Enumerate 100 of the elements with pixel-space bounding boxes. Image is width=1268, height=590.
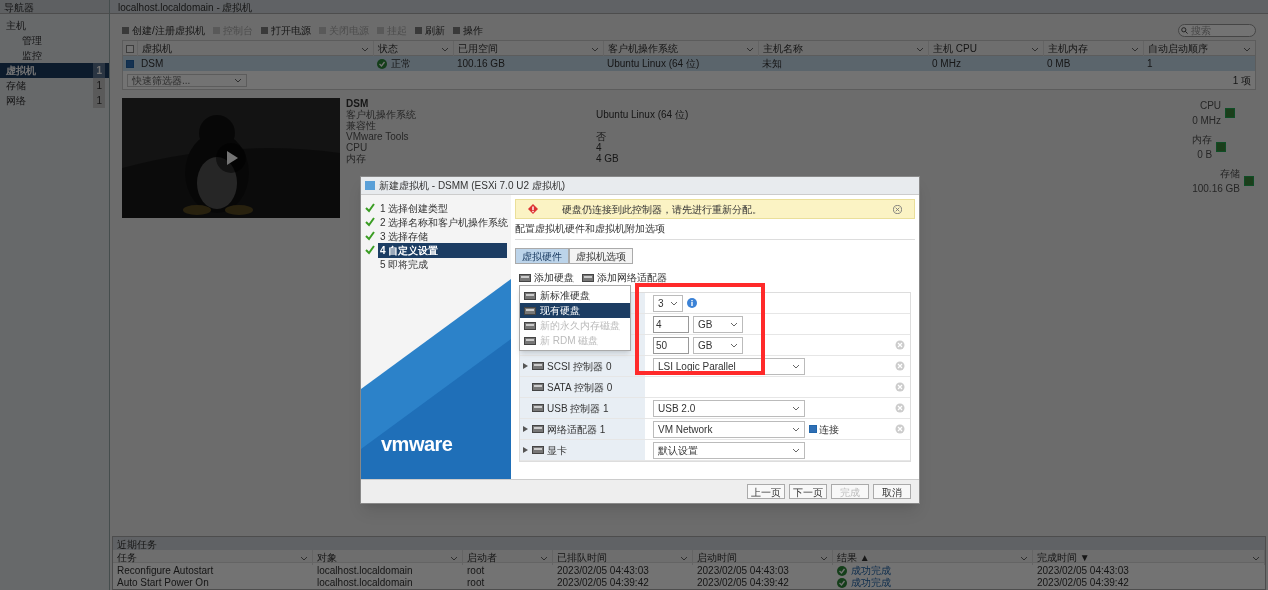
- dropdown[interactable]: 默认设置: [653, 441, 805, 459]
- property-label: 客户机操作系统: [346, 109, 417, 120]
- device-icon: [582, 272, 594, 283]
- table-cell-text: 2023/02/05 04:43:03: [1037, 564, 1129, 578]
- nav-item[interactable]: 管理: [0, 33, 109, 48]
- info-icon[interactable]: [687, 298, 697, 308]
- property-label: 内存: [346, 153, 367, 164]
- nav-item[interactable]: 主机: [0, 18, 109, 33]
- table-cell-text: DSM: [141, 57, 164, 71]
- column-header[interactable]: 结果 ▲: [833, 550, 1033, 565]
- caret-icon: [730, 320, 738, 328]
- menu-item[interactable]: 现有硬盘: [520, 303, 630, 318]
- dialog-button[interactable]: 上一页: [747, 484, 785, 499]
- device-icon: [519, 272, 531, 283]
- table-cell-text: 2023/02/05 04:39:42: [1037, 576, 1129, 590]
- caret-icon: [730, 341, 738, 349]
- expand-icon[interactable]: [523, 363, 528, 369]
- expand-icon[interactable]: [523, 447, 528, 453]
- tasks-title: 近期任务: [113, 537, 1265, 550]
- search-icon: [1181, 26, 1188, 34]
- dropdown[interactable]: GB: [693, 336, 743, 354]
- remove-icon[interactable]: [895, 361, 905, 371]
- nav-item[interactable]: 监控: [0, 48, 109, 63]
- hardware-label: 网络适配器 1: [547, 422, 606, 437]
- close-icon[interactable]: [893, 204, 902, 214]
- caret-icon: [670, 299, 678, 307]
- table-cell-text: localhost.localdomain: [317, 576, 413, 590]
- vm-name: DSM: [346, 98, 370, 109]
- device-icon: [532, 382, 544, 392]
- wizard-step[interactable]: 5 即将完成: [361, 257, 511, 271]
- connect-checkbox[interactable]: [809, 425, 817, 433]
- table-cell-text: localhost.localdomain: [317, 564, 413, 578]
- nav-item[interactable]: 虚拟机 1: [0, 63, 109, 78]
- dialog-button[interactable]: 下一页: [789, 484, 827, 499]
- caret-icon: [792, 404, 800, 412]
- error-icon: [528, 204, 538, 214]
- dialog-title: 新建虚拟机 - DSMM (ESXi 7.0 U2 虚拟机): [379, 179, 566, 193]
- dropdown[interactable]: 3: [653, 294, 683, 312]
- add-device-button[interactable]: 添加网络适配器: [582, 270, 667, 285]
- wizard-step[interactable]: 2 选择名称和客户机操作系统: [361, 215, 511, 229]
- property-label: VMware Tools: [346, 131, 410, 142]
- dropdown[interactable]: USB 2.0: [653, 399, 805, 417]
- column-header[interactable]: 启动者: [463, 550, 553, 565]
- property-label: 兼容性: [346, 120, 376, 131]
- resource-label: 内存: [1192, 133, 1213, 147]
- column-header[interactable]: 已排队时间: [553, 550, 693, 565]
- tab[interactable]: 虚拟机选项: [569, 248, 633, 264]
- nav-item[interactable]: 存储 1: [0, 78, 109, 93]
- wizard-step[interactable]: 3 选择存储: [361, 229, 511, 243]
- select-all-checkbox[interactable]: [126, 44, 134, 53]
- column-header[interactable]: 任务: [113, 550, 313, 565]
- property-value: Ubuntu Linux (64 位): [596, 109, 689, 120]
- remove-icon[interactable]: [895, 424, 905, 434]
- nav-item[interactable]: 网络 1: [0, 93, 109, 108]
- toolbar-button[interactable]: 刷新: [414, 22, 445, 38]
- property-value: 否: [596, 131, 606, 142]
- column-header[interactable]: 对象: [313, 550, 463, 565]
- dropdown[interactable]: GB: [693, 315, 743, 333]
- vmware-logo: vmware: [381, 432, 454, 457]
- column-header[interactable]: 完成时间 ▼: [1033, 550, 1265, 565]
- quick-filter[interactable]: 快速筛选器...: [127, 73, 247, 87]
- table-cell-text: Ubuntu Linux (64 位): [607, 57, 700, 71]
- item-count: 1 项: [1232, 73, 1251, 88]
- resource-icon: [1244, 176, 1254, 186]
- toolbar-button[interactable]: 创建/注册虚拟机: [122, 22, 205, 38]
- add-device-button[interactable]: 添加硬盘: [519, 270, 574, 285]
- row-checkbox[interactable]: [126, 59, 134, 68]
- dropdown[interactable]: VM Network: [653, 420, 805, 438]
- count-badge: 1: [93, 78, 105, 93]
- size-input[interactable]: 50: [653, 336, 689, 354]
- expand-icon[interactable]: [523, 426, 528, 432]
- device-icon: [532, 403, 544, 413]
- tab[interactable]: 虚拟硬件: [515, 248, 569, 264]
- remove-icon[interactable]: [895, 382, 905, 392]
- dialog-subtitle: 配置虚拟机硬件和虚拟机附加选项: [515, 221, 915, 240]
- hardware-label: SCSI 控制器 0: [547, 359, 612, 374]
- toolbar-button[interactable]: 操作: [452, 22, 483, 38]
- toolbar-button[interactable]: 打开电源: [260, 22, 311, 38]
- table-cell-text: root: [467, 576, 485, 590]
- dialog-button[interactable]: 取消: [873, 484, 911, 499]
- device-icon: [532, 361, 544, 371]
- remove-icon[interactable]: [895, 403, 905, 413]
- table-cell-text: 100.16 GB: [457, 57, 505, 71]
- wizard-step[interactable]: 1 选择创建类型: [361, 201, 511, 215]
- table-cell-text: 成功完成: [851, 576, 891, 590]
- size-input[interactable]: 4: [653, 315, 689, 333]
- table-cell-text: 0 MHz: [932, 57, 961, 71]
- menu-item[interactable]: 新标准硬盘: [520, 288, 630, 303]
- device-icon: [532, 424, 544, 434]
- table-cell-text: 成功完成: [851, 564, 891, 577]
- table-cell-text: 1: [1147, 57, 1153, 71]
- column-header[interactable]: 启动时间: [693, 550, 833, 565]
- table-row[interactable]: DSM 正常 100.16 GB Ubuntu Linux (64 位) 未知 0 MHz 0 MB 1: [123, 56, 1255, 71]
- warning-text: 硬盘仍连接到此控制器，请先进行重新分配。: [562, 202, 763, 217]
- property-label: CPU: [346, 142, 369, 153]
- hardware-label: SATA 控制器 0: [547, 380, 613, 395]
- remove-icon[interactable]: [895, 340, 905, 350]
- success-icon: [837, 565, 847, 576]
- device-icon: [524, 290, 536, 301]
- table-cell-text: 2023/02/05 04:39:42: [557, 576, 649, 590]
